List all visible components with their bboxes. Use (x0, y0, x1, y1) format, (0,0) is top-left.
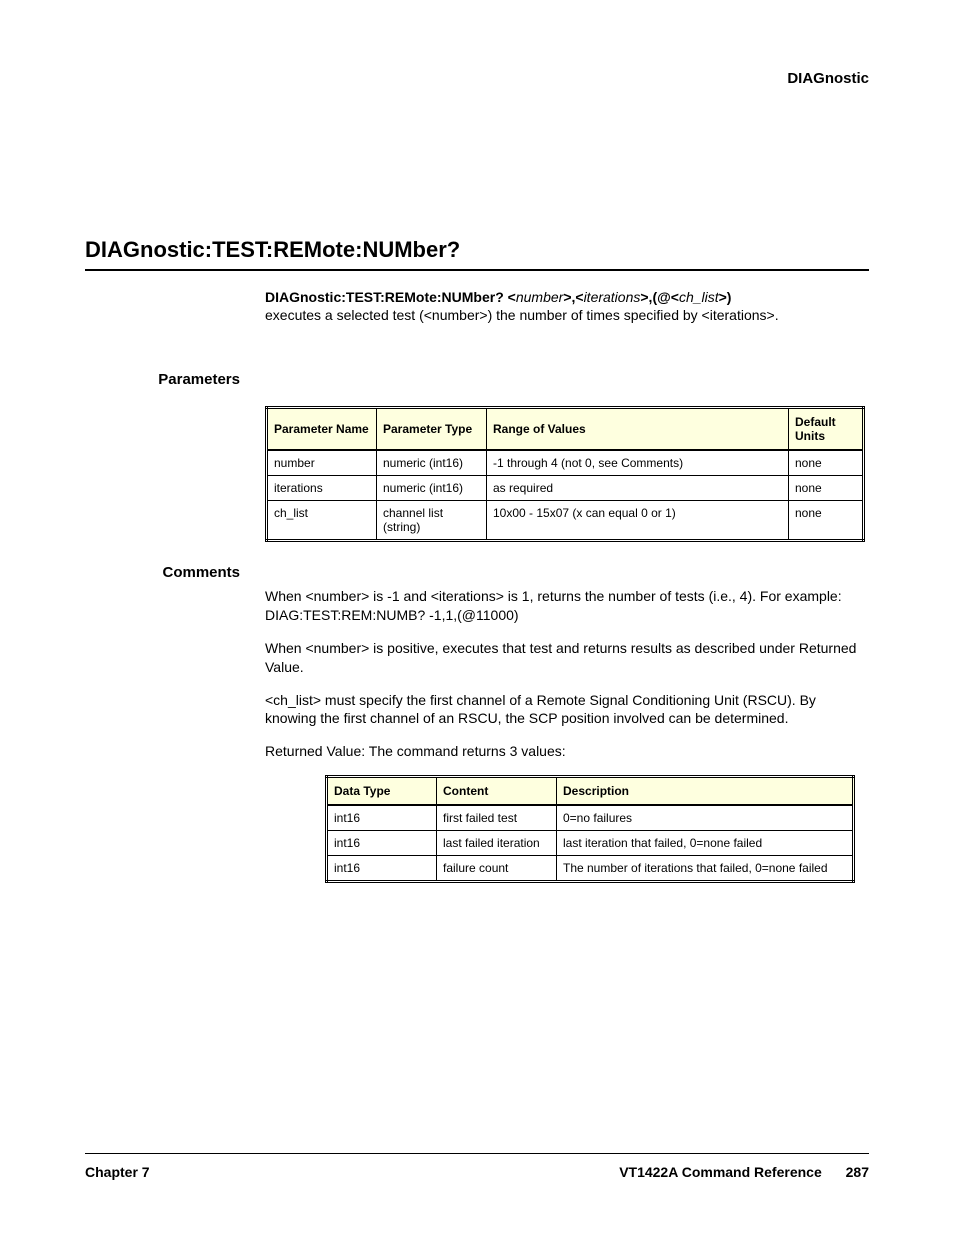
footer-right: VT1422A Command Reference 287 (619, 1164, 869, 1180)
cell: number (267, 450, 377, 476)
comments-heading: Comments (85, 564, 265, 581)
cell: last iteration that failed, 0=none faile… (557, 831, 854, 856)
table-header: Range of Values (487, 408, 789, 451)
cell: as required (487, 476, 789, 501)
parameters-heading: Parameters (85, 371, 265, 388)
syntax-cmd: DIAGnostic:TEST:REMote:NUMber? < (265, 289, 516, 305)
comment-line: <ch_list> must specify the first channel… (265, 691, 869, 729)
syntax-param-chlist: ch_list (679, 289, 719, 305)
cell: 0=no failures (557, 805, 854, 831)
returned-intro: Returned Value: The command returns 3 va… (265, 742, 869, 761)
cell: int16 (327, 831, 437, 856)
cell: ch_list (267, 501, 377, 541)
table-row: iterations numeric (int16) as required n… (267, 476, 864, 501)
comments-text: When <number> is -1 and <iterations> is … (85, 587, 869, 761)
cell: first failed test (437, 805, 557, 831)
cell: none (789, 476, 864, 501)
comment-line: When <number> is -1 and <iterations> is … (265, 587, 869, 625)
table-row: int16 failure count The number of iterat… (327, 856, 854, 882)
cell: 10x00 - 15x07 (x can equal 0 or 1) (487, 501, 789, 541)
cell: -1 through 4 (not 0, see Comments) (487, 450, 789, 476)
table-row: number numeric (int16) -1 through 4 (not… (267, 450, 864, 476)
table-row: ch_list channel list (string) 10x00 - 15… (267, 501, 864, 541)
footer-left: Chapter 7 (85, 1164, 150, 1180)
syntax-param-iterations: iterations (584, 289, 641, 305)
cell: last failed iteration (437, 831, 557, 856)
cell: iterations (267, 476, 377, 501)
table-header: Content (437, 777, 557, 806)
parameters-table: Parameter Name Parameter Type Range of V… (265, 406, 865, 542)
cell: int16 (327, 805, 437, 831)
syntax-param-number: number (516, 289, 563, 305)
cell: none (789, 501, 864, 541)
syntax-sep1: >,< (563, 289, 583, 305)
cell: channel list (string) (377, 501, 487, 541)
table-row: int16 first failed test 0=no failures (327, 805, 854, 831)
table-header: Description (557, 777, 854, 806)
returned-table: Data Type Content Description int16 firs… (325, 775, 855, 883)
footer-title: VT1422A Command Reference (619, 1164, 822, 1180)
syntax-line: DIAGnostic:TEST:REMote:NUMber? <number>,… (85, 289, 869, 305)
cell: The number of iterations that failed, 0=… (557, 856, 854, 882)
table-header: Default Units (789, 408, 864, 451)
page-footer: Chapter 7 VT1422A Command Reference 287 (85, 1153, 869, 1180)
cell: failure count (437, 856, 557, 882)
running-header: DIAGnostic (85, 70, 869, 87)
syntax-sep2: >,(@< (640, 289, 679, 305)
comment-line: When <number> is positive, executes that… (265, 639, 869, 677)
cell: none (789, 450, 864, 476)
table-row: int16 last failed iteration last iterati… (327, 831, 854, 856)
syntax-description: executes a selected test (<number>) the … (85, 307, 869, 323)
syntax-end: >) (719, 289, 732, 305)
cell: numeric (int16) (377, 450, 487, 476)
cell: numeric (int16) (377, 476, 487, 501)
section-title: DIAGnostic:TEST:REMote:NUMber? (85, 237, 869, 271)
table-header: Data Type (327, 777, 437, 806)
table-header: Parameter Type (377, 408, 487, 451)
page-number: 287 (846, 1164, 869, 1180)
cell: int16 (327, 856, 437, 882)
table-header: Parameter Name (267, 408, 377, 451)
